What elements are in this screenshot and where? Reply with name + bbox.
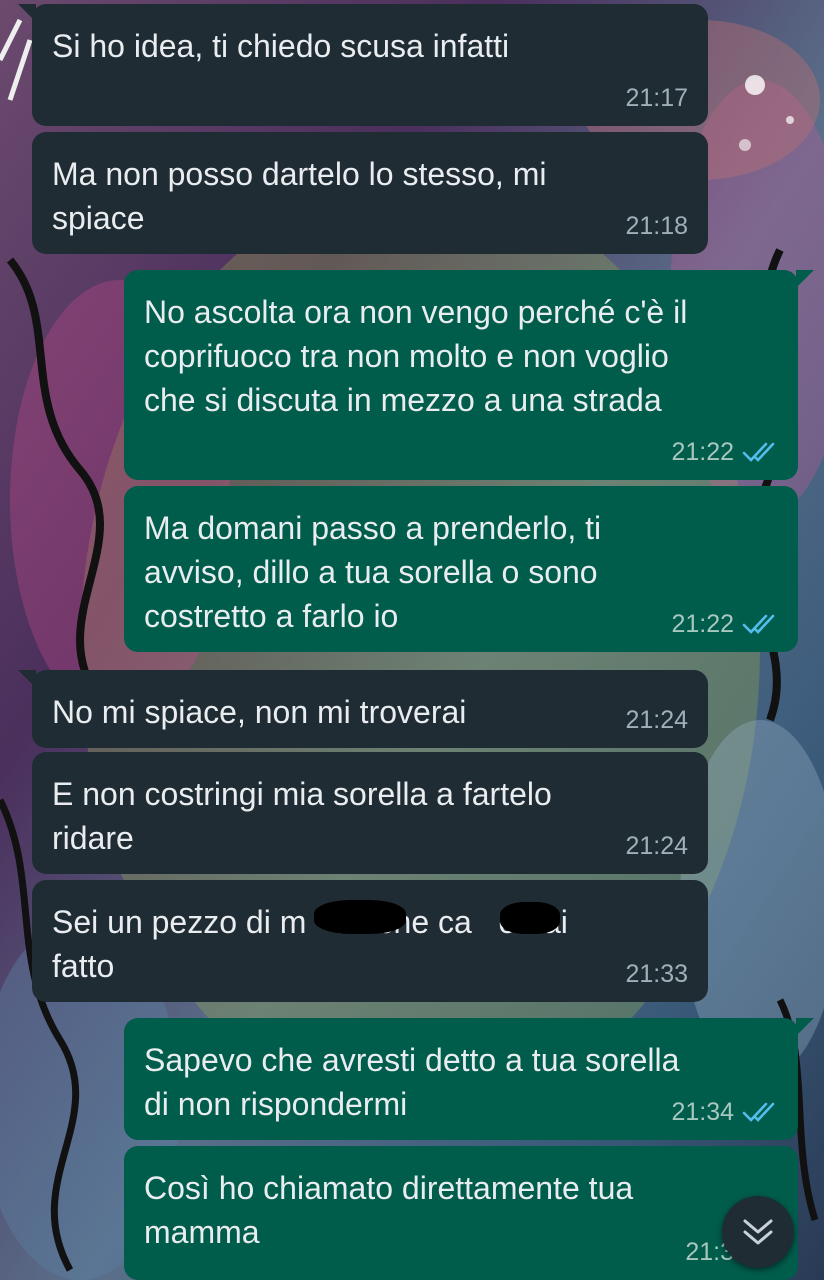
incoming-message-bubble[interactable]: Si ho idea, ti chiedo scusa infatti 21:17	[18, 4, 708, 126]
message-text: No mi spiace, non mi troverai	[52, 694, 467, 730]
message-meta: 21:22	[671, 438, 778, 466]
bubble-tail	[18, 4, 36, 22]
message-text: Si ho idea, ti chiedo scusa infatti	[52, 28, 510, 64]
message-time: 21:33	[625, 960, 688, 988]
bubble-tail	[796, 270, 814, 288]
message-meta: 21:24	[625, 706, 688, 734]
outgoing-message-bubble[interactable]: Sapevo che avresti detto a tua sorella d…	[124, 1018, 814, 1140]
redaction-mark	[314, 900, 406, 934]
incoming-message-bubble[interactable]: No mi spiace, non mi troverai 21:24	[18, 670, 708, 748]
message-time: 21:18	[625, 212, 688, 240]
message-text: Così ho chiamato direttamente tua mamma	[144, 1170, 634, 1250]
message-time: 21:24	[625, 706, 688, 734]
message-time: 21:22	[671, 438, 734, 466]
message-meta: 21:17	[625, 84, 688, 112]
message-meta: 21:24	[625, 832, 688, 860]
read-receipt-icon	[742, 1102, 775, 1122]
read-receipt-icon	[742, 442, 775, 462]
message-time: 21:34	[671, 1098, 734, 1126]
double-chevron-down-icon	[743, 1219, 773, 1245]
message-time: 21:22	[671, 610, 734, 638]
bubble-tail	[796, 1018, 814, 1036]
incoming-message-bubble[interactable]: E non costringi mia sorella a fartelo ri…	[32, 752, 708, 874]
message-meta: 21:33	[625, 960, 688, 988]
message-time: 21:17	[625, 84, 688, 112]
incoming-message-bubble[interactable]: Sei un pezzo di m da che ca o hai fatto2…	[32, 880, 708, 1002]
redaction-mark	[500, 902, 560, 934]
message-text: Ma non posso dartelo lo stesso, mi spiac…	[52, 156, 547, 236]
message-meta: 21:22	[671, 610, 778, 638]
message-text: No ascolta ora non vengo perché c'è il c…	[144, 294, 688, 418]
outgoing-message-bubble[interactable]: Ma domani passo a prenderlo, ti avviso, …	[124, 486, 798, 652]
scroll-to-bottom-button[interactable]	[722, 1196, 794, 1268]
bubble-tail	[18, 670, 36, 688]
message-meta: 21:34	[671, 1098, 778, 1126]
outgoing-message-bubble[interactable]: Così ho chiamato direttamente tua mamma 2…	[124, 1146, 798, 1280]
message-meta: 21:18	[625, 212, 688, 240]
outgoing-message-bubble[interactable]: No ascolta ora non vengo perché c'è il c…	[124, 270, 814, 480]
message-time: 21:24	[625, 832, 688, 860]
read-receipt-icon	[742, 614, 775, 634]
incoming-message-bubble[interactable]: Ma non posso dartelo lo stesso, mi spiac…	[32, 132, 708, 254]
message-text: E non costringi mia sorella a fartelo ri…	[52, 776, 552, 856]
